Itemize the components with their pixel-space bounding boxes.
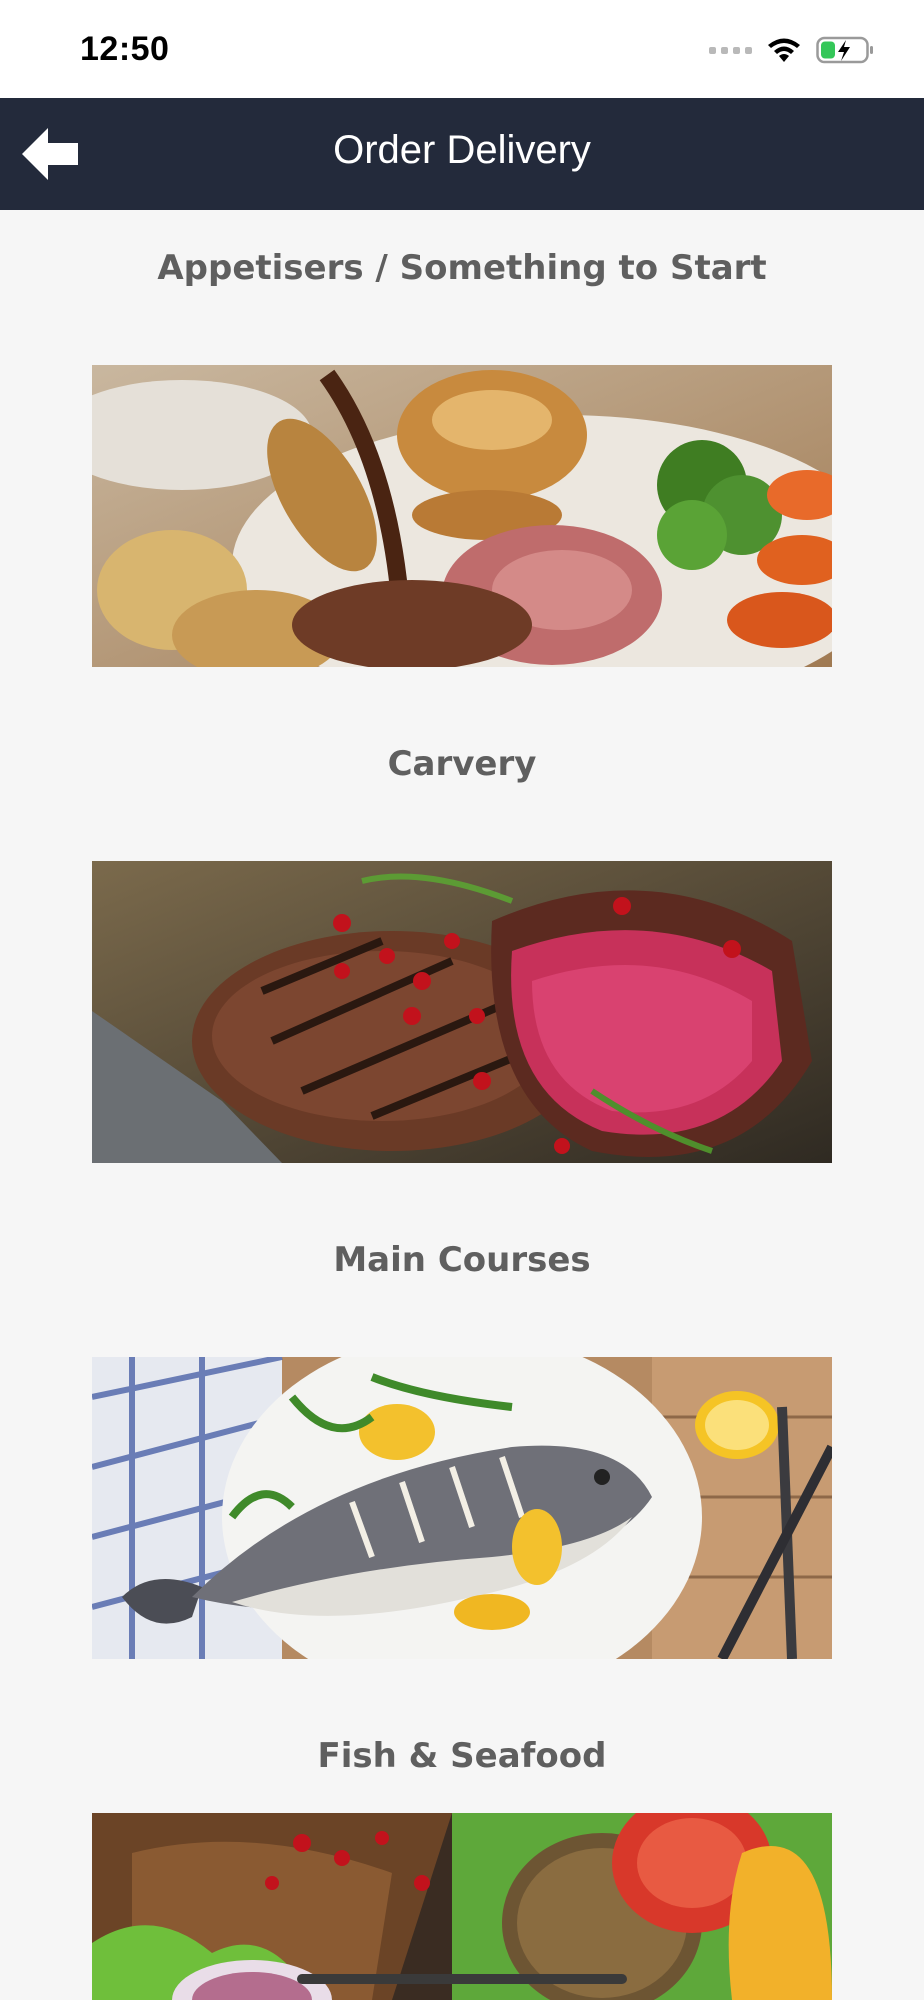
grilled-fish-photo bbox=[92, 1357, 832, 1659]
burger-salad-photo bbox=[92, 1813, 832, 2000]
category-card-main-courses[interactable] bbox=[92, 1357, 832, 1659]
status-bar: 12:50 bbox=[0, 0, 924, 98]
category-title-carvery: Carvery bbox=[387, 744, 537, 784]
category-card-carvery[interactable] bbox=[92, 861, 832, 1163]
roast-dinner-photo bbox=[92, 365, 832, 667]
status-time: 12:50 bbox=[80, 30, 170, 68]
category-title-appetisers: Appetisers / Something to Start bbox=[157, 248, 767, 288]
page-title: Order Delivery bbox=[333, 128, 591, 172]
status-icons bbox=[709, 34, 874, 66]
battery-charging-icon bbox=[816, 36, 873, 64]
category-title-main-courses: Main Courses bbox=[333, 1240, 591, 1280]
category-card-appetisers[interactable] bbox=[92, 365, 832, 667]
header-bar: Order Delivery bbox=[0, 98, 924, 210]
category-card-fish-seafood[interactable] bbox=[92, 1813, 832, 2000]
home-indicator bbox=[297, 1974, 627, 1984]
signal-dots-icon bbox=[709, 46, 752, 54]
wifi-icon bbox=[768, 38, 800, 62]
grilled-steak-photo bbox=[92, 861, 832, 1163]
category-title-fish-seafood: Fish & Seafood bbox=[317, 1736, 607, 1776]
